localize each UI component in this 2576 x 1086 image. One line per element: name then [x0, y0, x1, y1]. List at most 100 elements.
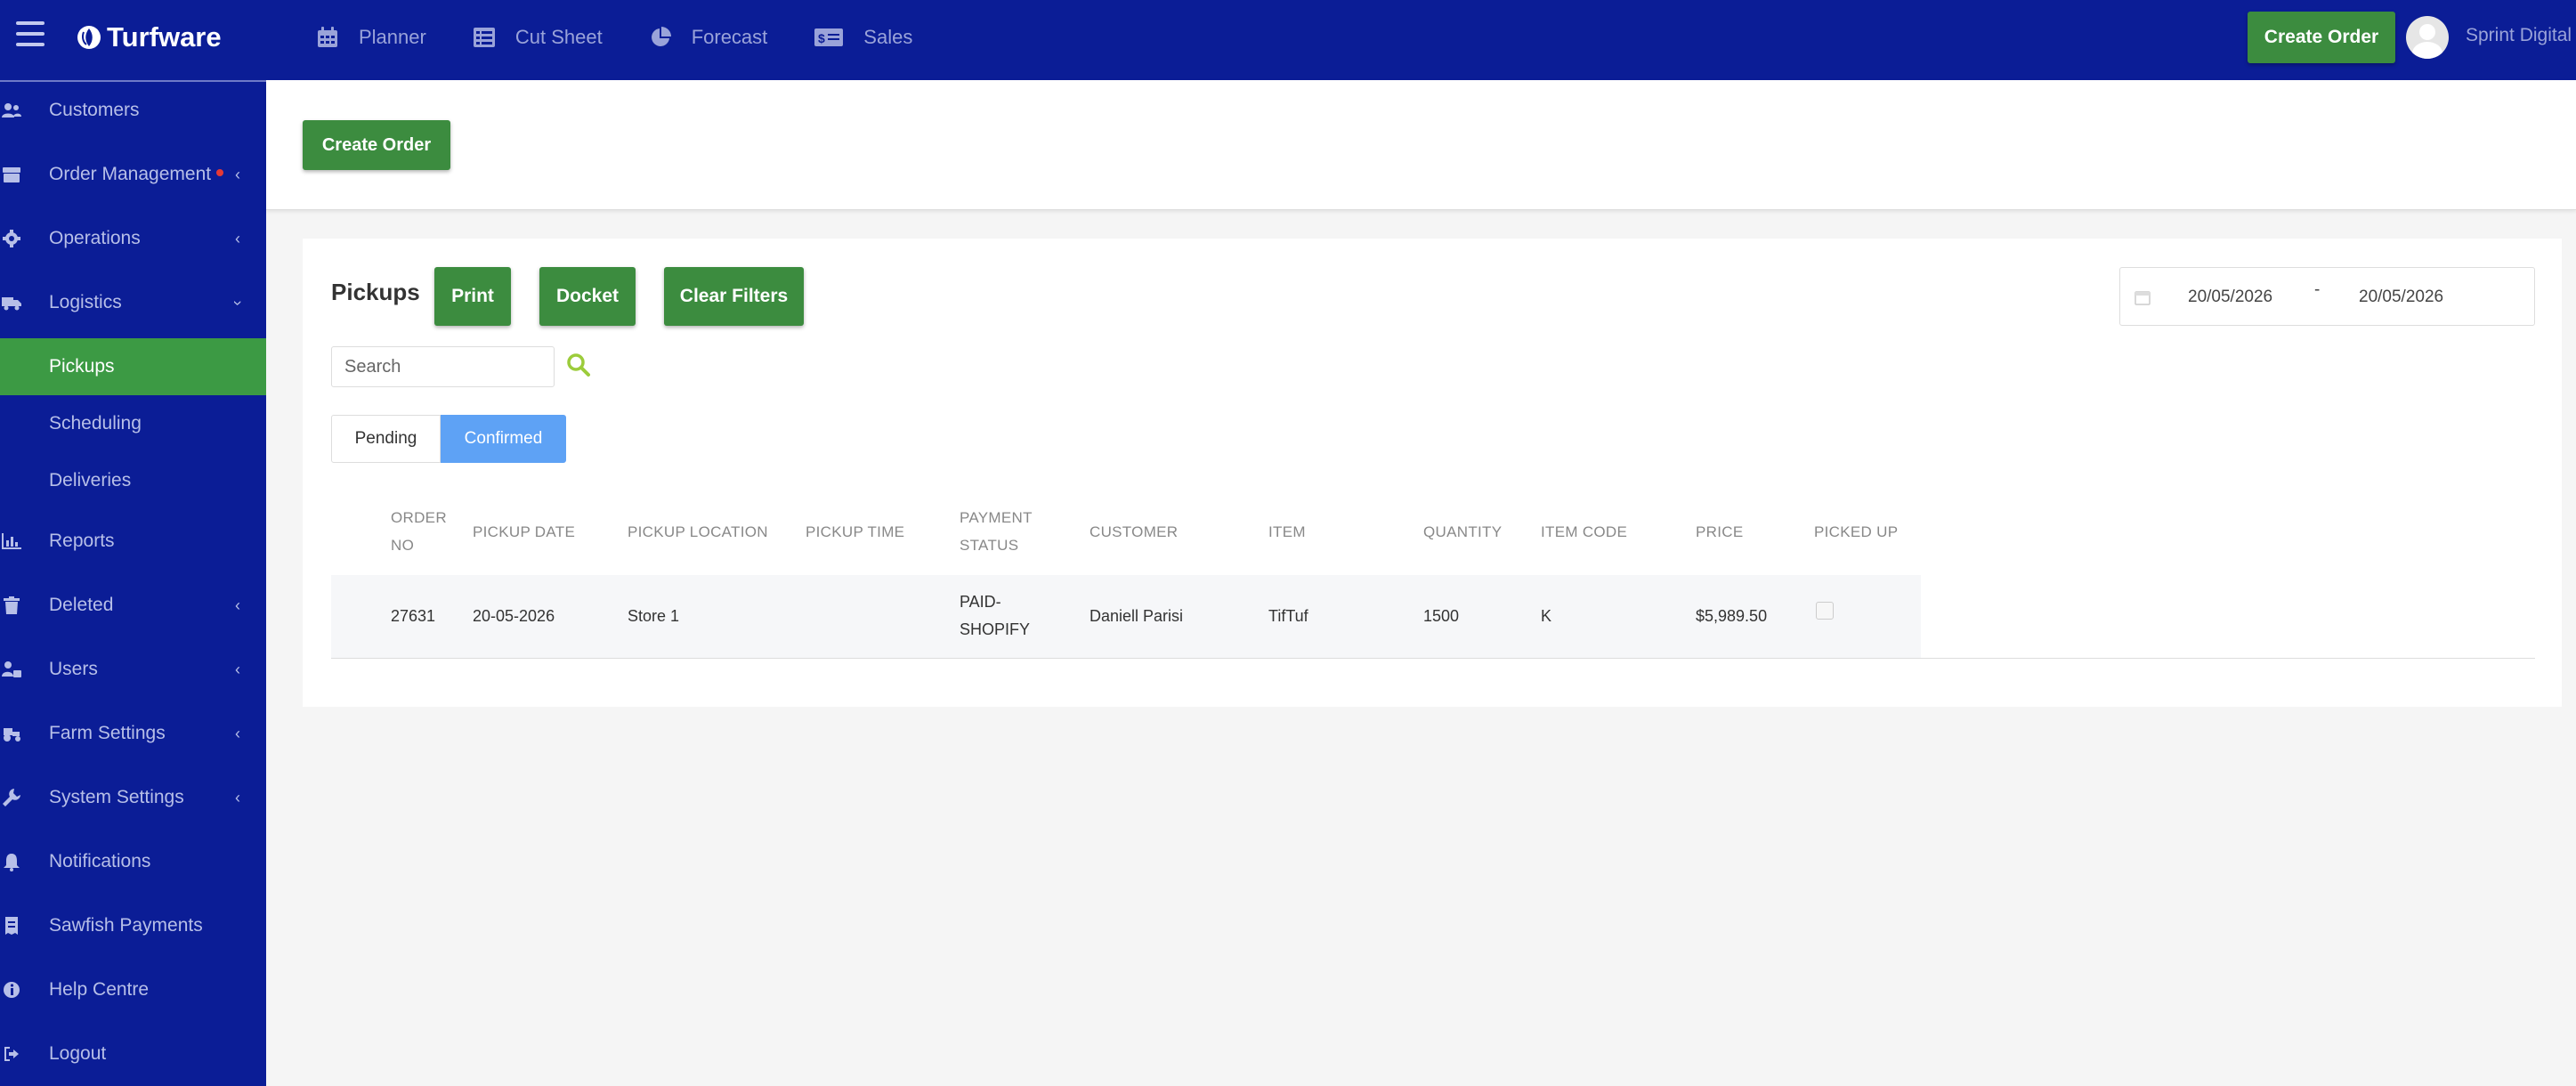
sidebar-item-label: Reports	[49, 531, 115, 551]
chevron-left-icon: ‹	[235, 660, 240, 678]
topnav-sales-label: Sales	[863, 26, 913, 48]
tractor-icon	[2, 724, 21, 743]
receipt-icon	[2, 916, 21, 936]
sidebar-item-logistics[interactable]: Logistics ›	[0, 274, 266, 331]
column-header-order-no-line2: NO	[391, 537, 415, 554]
topnav-planner[interactable]: Planner	[316, 20, 426, 55]
pie-chart-icon	[651, 27, 671, 46]
chevron-left-icon: ‹	[235, 596, 240, 614]
sidebar-item-users[interactable]: Users ‹	[0, 641, 266, 698]
list-icon	[473, 28, 495, 47]
column-header-item[interactable]: ITEM	[1268, 518, 1306, 546]
picked-up-checkbox[interactable]	[1816, 602, 1834, 620]
sidebar-item-label: Sawfish Payments	[49, 915, 203, 936]
column-header-price[interactable]: PRICE	[1696, 518, 1743, 546]
cell-payment-status: PAID- SHOPIFY	[960, 588, 1030, 644]
cell-pickup-location: Store 1	[628, 607, 680, 625]
chevron-left-icon: ‹	[235, 788, 240, 806]
print-button[interactable]: Print	[434, 267, 511, 326]
date-from[interactable]: 20/05/2026	[2188, 288, 2272, 307]
chevron-left-icon: ‹	[235, 724, 240, 742]
hamburger-menu-icon[interactable]	[16, 21, 45, 46]
trash-icon	[2, 596, 21, 615]
page-header-panel	[266, 80, 2576, 210]
column-header-pickup-location[interactable]: PICKUP LOCATION	[628, 518, 768, 546]
sidebar-item-label: Notifications	[49, 851, 151, 871]
sidebar-item-operations[interactable]: Operations ‹	[0, 210, 266, 267]
cell-quantity: 1500	[1423, 607, 1460, 625]
sidebar-item-order-management[interactable]: Order Management ‹	[0, 146, 266, 203]
sidebar-item-label: System Settings	[49, 787, 184, 807]
sidebar-item-label: Pickups	[49, 356, 115, 377]
sidebar-item-system-settings[interactable]: System Settings ‹	[0, 769, 266, 826]
topnav-forecast-label: Forecast	[691, 26, 768, 48]
brand-logo[interactable]: Turfware	[77, 18, 222, 57]
column-header-customer[interactable]: CUSTOMER	[1090, 518, 1178, 546]
user-lock-icon	[2, 660, 21, 679]
date-separator: -	[2314, 280, 2321, 299]
sidebar-item-logout[interactable]: Logout	[0, 1025, 266, 1082]
topnav-cut-sheet[interactable]: Cut Sheet	[473, 20, 603, 55]
sidebar-item-customers[interactable]: Customers	[0, 82, 266, 139]
create-order-button[interactable]: Create Order	[303, 120, 450, 170]
sidebar-item-label: Deliveries	[49, 470, 132, 490]
search-icon[interactable]	[566, 353, 591, 377]
sidebar-item-label: Logistics	[49, 292, 122, 312]
cell-pickup-date: 20-05-2026	[473, 607, 555, 625]
notification-dot	[216, 169, 224, 177]
sidebar-item-help-centre[interactable]: Help Centre	[0, 961, 266, 1018]
sidebar-item-label: Operations	[49, 228, 141, 248]
cell-order-no[interactable]: 27631	[391, 603, 435, 630]
column-header-quantity[interactable]: QUANTITY	[1423, 518, 1502, 546]
column-header-picked-up[interactable]: PICKED UP	[1814, 518, 1898, 546]
column-header-pickup-time[interactable]: PICKUP TIME	[806, 518, 904, 546]
sidebar-item-pickups[interactable]: Pickups	[0, 338, 266, 395]
column-header-order-no[interactable]: ORDER NO	[391, 504, 447, 559]
sidebar-item-scheduling[interactable]: Scheduling	[0, 395, 266, 452]
sidebar-item-reports[interactable]: Reports	[0, 513, 266, 570]
date-to[interactable]: 20/05/2026	[2359, 288, 2443, 307]
sidebar-item-deliveries[interactable]: Deliveries	[0, 452, 266, 509]
topnav-planner-label: Planner	[359, 26, 426, 48]
sidebar-item-label: Users	[49, 659, 98, 679]
column-header-payment-status-line2: STATUS	[960, 537, 1019, 554]
avatar[interactable]	[2406, 16, 2449, 59]
column-header-pickup-date[interactable]: PICKUP DATE	[473, 518, 575, 546]
sidebar-item-label: Help Centre	[49, 979, 150, 1000]
bell-icon	[2, 852, 21, 871]
sidebar-item-label: Scheduling	[49, 413, 142, 434]
info-icon	[2, 980, 21, 1000]
gear-icon	[2, 229, 21, 248]
users-icon	[2, 101, 21, 120]
sidebar-item-farm-settings[interactable]: Farm Settings ‹	[0, 705, 266, 762]
svg-text:$: $	[818, 31, 825, 45]
tab-confirmed[interactable]: Confirmed	[441, 415, 566, 463]
column-header-item-code[interactable]: ITEM CODE	[1541, 518, 1627, 546]
search-input[interactable]	[331, 346, 555, 387]
date-range-picker[interactable]: 20/05/2026 - 20/05/2026	[2119, 267, 2535, 326]
cell-item: TifTuf	[1268, 607, 1308, 625]
header-create-order-button[interactable]: Create Order	[2248, 12, 2395, 63]
sidebar-item-label: Logout	[49, 1043, 107, 1064]
topnav-forecast[interactable]: Forecast	[649, 20, 768, 55]
sidebar: Customers Order Management ‹ Operations …	[0, 80, 266, 1086]
sidebar-item-deleted[interactable]: Deleted ‹	[0, 577, 266, 634]
top-nav: Planner Cut Sheet Forecast $ Sales	[316, 20, 959, 55]
tab-pending[interactable]: Pending	[331, 415, 441, 463]
user-name[interactable]: Sprint Digital	[2466, 25, 2572, 46]
truck-icon	[2, 293, 21, 312]
brand-name: Turfware	[107, 21, 222, 53]
cell-payment-status-line1: PAID-	[960, 593, 1001, 611]
money-icon: $	[814, 28, 844, 46]
chevron-down-icon: ›	[229, 300, 247, 305]
clear-filters-button[interactable]: Clear Filters	[664, 267, 804, 326]
topnav-sales[interactable]: $ Sales	[814, 20, 912, 55]
docket-button[interactable]: Docket	[539, 267, 636, 326]
column-header-payment-status[interactable]: PAYMENT STATUS	[960, 504, 1033, 559]
logout-icon	[2, 1044, 21, 1064]
calendar-icon	[318, 27, 337, 47]
sidebar-item-notifications[interactable]: Notifications	[0, 833, 266, 890]
cell-price: $5,989.50	[1696, 607, 1768, 625]
sidebar-item-label: Farm Settings	[49, 723, 166, 743]
sidebar-item-sawfish-payments[interactable]: Sawfish Payments	[0, 897, 266, 954]
